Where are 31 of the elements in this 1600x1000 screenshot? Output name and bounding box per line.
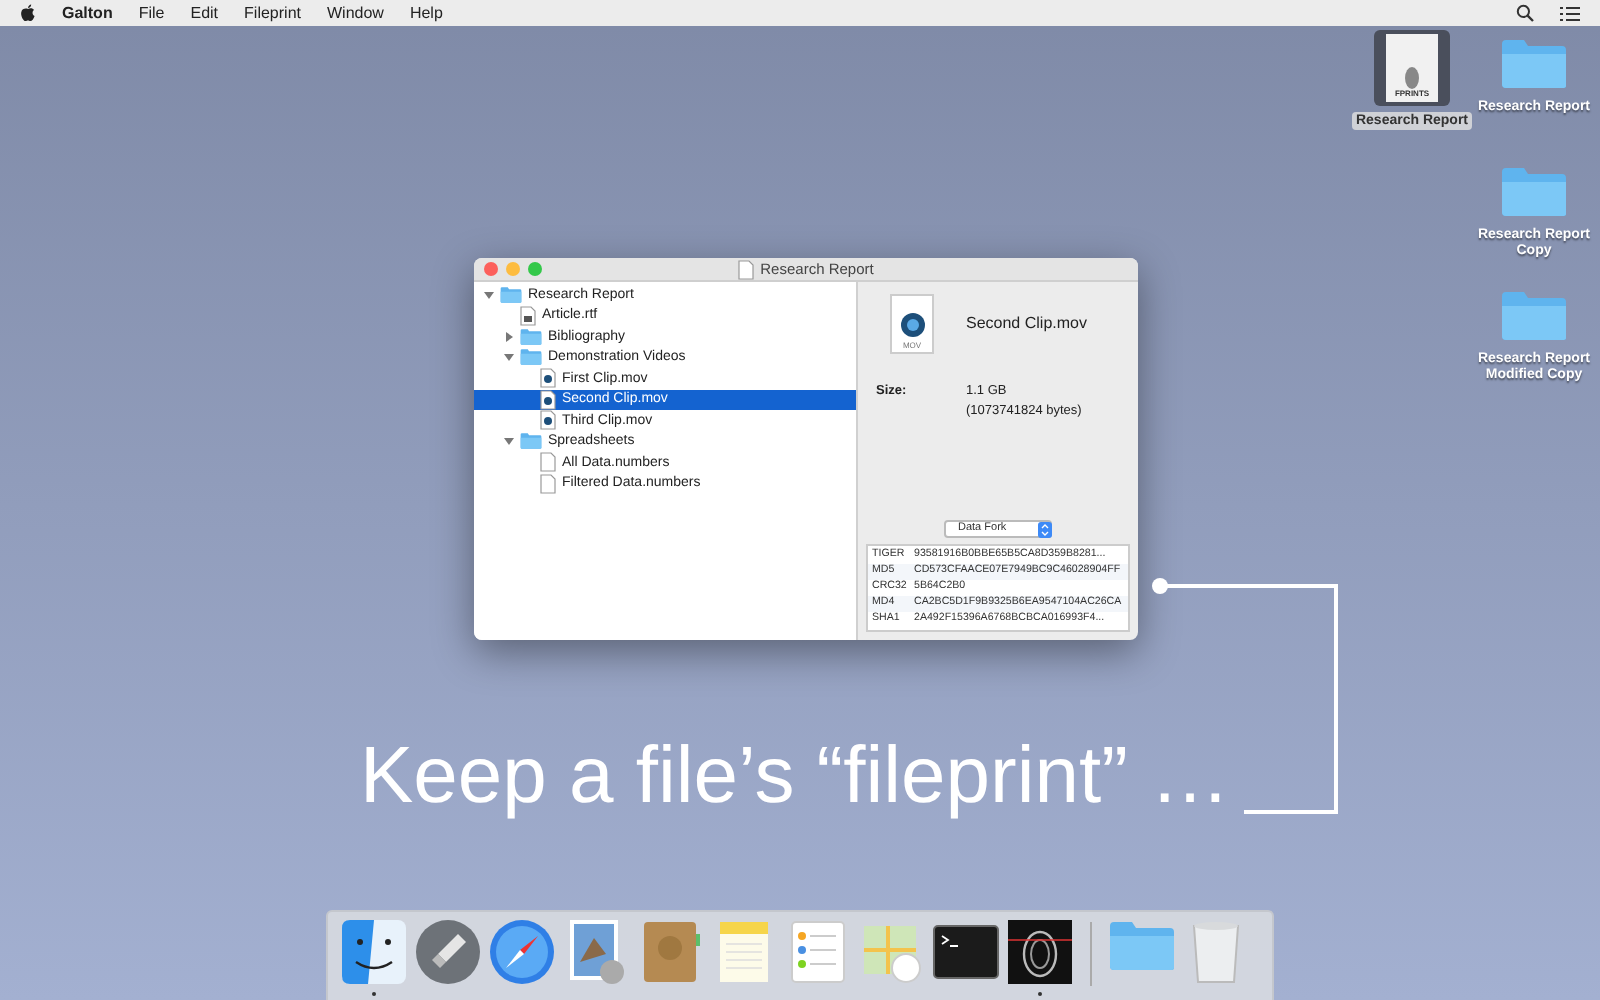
- folder-icon: [520, 348, 542, 367]
- popup-arrows-icon: [1038, 521, 1052, 537]
- folder-icon: [500, 285, 522, 304]
- expanded-triangle-icon[interactable]: [503, 352, 513, 363]
- folder-icon: [1500, 288, 1568, 344]
- folder-icon: [520, 327, 542, 346]
- menu-item[interactable]: Window: [326, 1, 384, 25]
- search-icon[interactable]: [1516, 4, 1534, 22]
- apple-icon[interactable]: [20, 4, 36, 22]
- collapsed-triangle-icon[interactable]: [503, 331, 513, 342]
- menu-item[interactable]: File: [138, 1, 165, 25]
- running-indicator: [1038, 992, 1042, 996]
- expanded-triangle-icon[interactable]: [503, 436, 513, 447]
- compass-icon[interactable]: [488, 918, 556, 986]
- play-disc-icon: [899, 312, 925, 338]
- caption-text: Keep a file’s “fileprint” …: [360, 736, 1230, 816]
- folder-icon: [520, 432, 542, 451]
- folder-icon: [1500, 36, 1568, 92]
- file-name: Second Clip.mov: [966, 312, 1087, 336]
- running-indicator: [372, 992, 376, 996]
- list-icon[interactable]: [1560, 5, 1580, 21]
- menu-item[interactable]: Help: [409, 1, 443, 25]
- folder-icon: [1500, 164, 1568, 220]
- smiling-face-icon[interactable]: [340, 918, 408, 986]
- expanded-triangle-icon[interactable]: [483, 289, 493, 300]
- close-button[interactable]: [484, 262, 498, 276]
- menu-item[interactable]: Edit: [190, 1, 219, 25]
- document-icon: [520, 305, 536, 326]
- app-menu[interactable]: Galton: [62, 1, 113, 25]
- menu-item[interactable]: Fileprint: [244, 1, 301, 25]
- downloads-folder-icon: [1108, 918, 1176, 974]
